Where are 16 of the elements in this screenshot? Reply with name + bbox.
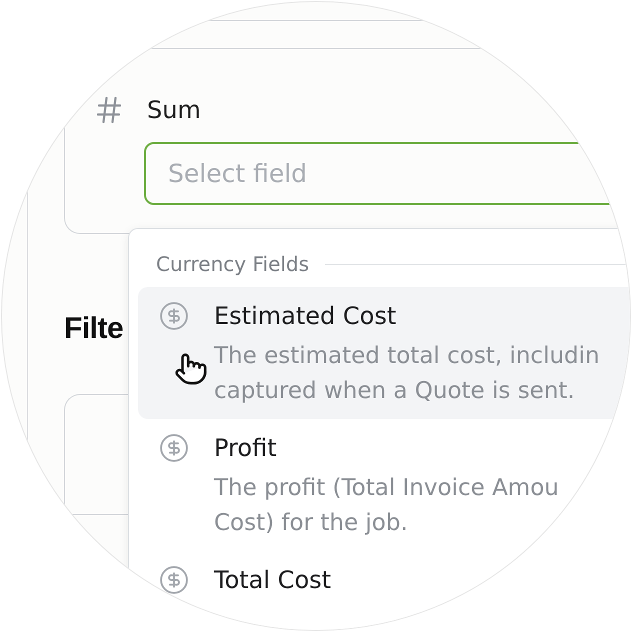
option-title: Profit — [214, 433, 277, 464]
dollar-circle-icon — [160, 434, 188, 462]
option-description: The profit (Total Invoice Amou Cost) for the job. — [214, 474, 559, 538]
hash-icon — [97, 96, 121, 124]
dropdown-option[interactable]: Estimated Cost The estimated total cost, includin captured when a Quote is sent. — [138, 287, 630, 419]
dropdown-option[interactable]: Profit The profit (Total Invoice Amou Cost) for the job. — [138, 419, 630, 551]
option-title: Total Cost — [214, 565, 332, 596]
dollar-circle-icon — [160, 566, 188, 594]
option-description: The estimated total cost, includin captured when a Quote is sent. — [214, 342, 600, 406]
dollar-circle-icon — [160, 302, 188, 330]
group-label: Currency Fields — [156, 251, 310, 277]
option-title: Estimated Cost — [214, 301, 396, 332]
aggregate-label: Sum — [147, 95, 201, 126]
section-heading: Filte — [64, 311, 124, 347]
hand-cursor-icon — [174, 352, 208, 386]
dropdown-option[interactable]: Total Cost — [138, 551, 630, 606]
